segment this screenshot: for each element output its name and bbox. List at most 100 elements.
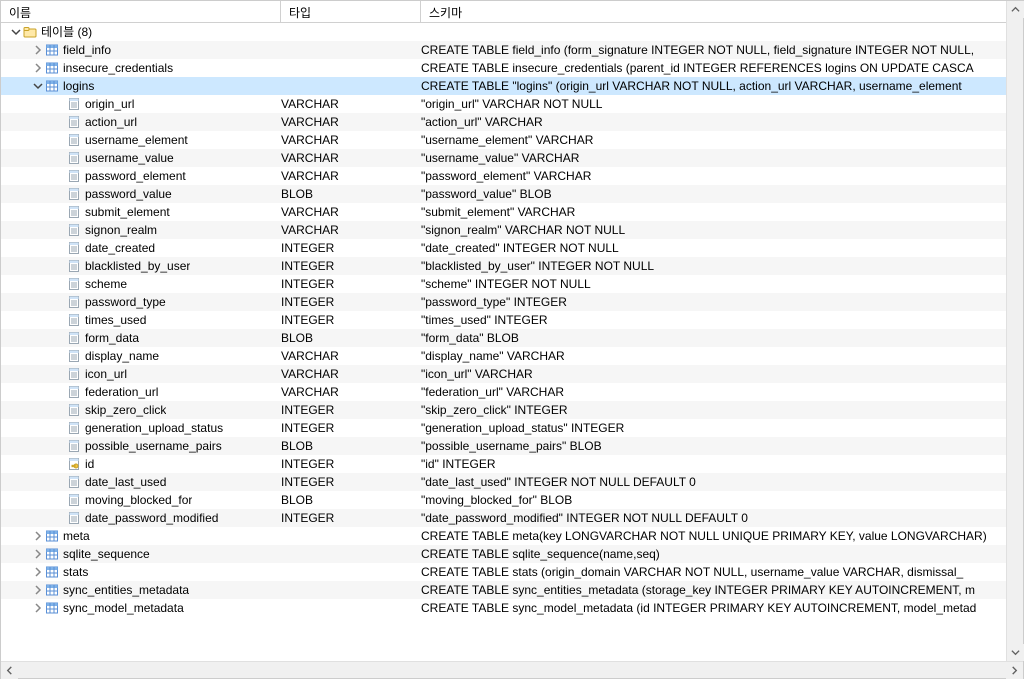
table-row[interactable]: metaCREATE TABLE meta(key LONGVARCHAR NO… [1,527,1006,545]
column-row[interactable]: schemeINTEGER"scheme" INTEGER NOT NULL [1,275,1006,293]
row-type-cell: INTEGER [281,275,421,293]
row-name-label: federation_url [85,383,158,401]
column-row[interactable]: moving_blocked_forBLOB"moving_blocked_fo… [1,491,1006,509]
column-icon [67,97,81,111]
column-icon [67,475,81,489]
column-icon [67,223,81,237]
header-type[interactable]: 타입 [281,1,421,22]
column-row[interactable]: signon_realmVARCHAR"signon_realm" VARCHA… [1,221,1006,239]
table-icon [45,601,59,615]
row-name-label: blacklisted_by_user [85,257,190,275]
column-row[interactable]: date_password_modifiedINTEGER"date_passw… [1,509,1006,527]
chevron-down-icon[interactable] [31,79,45,93]
row-type-cell: VARCHAR [281,113,421,131]
row-type-cell: VARCHAR [281,221,421,239]
header-name[interactable]: 이름 [1,1,281,22]
chevron-right-icon[interactable] [31,601,45,615]
column-row[interactable]: date_createdINTEGER"date_created" INTEGE… [1,239,1006,257]
column-row[interactable]: idINTEGER"id" INTEGER [1,455,1006,473]
column-row[interactable]: form_dataBLOB"form_data" BLOB [1,329,1006,347]
column-icon [67,439,81,453]
row-name-label: id [85,455,94,473]
table-row[interactable]: field_infoCREATE TABLE field_info (form_… [1,41,1006,59]
row-type-cell: BLOB [281,329,421,347]
column-row[interactable]: skip_zero_clickINTEGER"skip_zero_click" … [1,401,1006,419]
row-schema-cell: "federation_url" VARCHAR [421,383,1006,401]
column-row[interactable]: password_typeINTEGER"password_type" INTE… [1,293,1006,311]
column-row[interactable]: times_usedINTEGER"times_used" INTEGER [1,311,1006,329]
table-row[interactable]: loginsCREATE TABLE "logins" (origin_url … [1,77,1006,95]
column-row[interactable]: possible_username_pairsBLOB"possible_use… [1,437,1006,455]
row-type-cell: INTEGER [281,419,421,437]
row-schema-cell: "origin_url" VARCHAR NOT NULL [421,95,1006,113]
column-row[interactable]: icon_urlVARCHAR"icon_url" VARCHAR [1,365,1006,383]
row-name-label: field_info [63,41,111,59]
row-name-label: meta [63,527,90,545]
chevron-down-icon[interactable] [9,25,23,39]
row-type-cell [281,545,421,563]
table-row[interactable]: insecure_credentialsCREATE TABLE insecur… [1,59,1006,77]
column-icon [67,295,81,309]
column-row[interactable]: submit_elementVARCHAR"submit_element" VA… [1,203,1006,221]
column-icon [67,331,81,345]
header-schema[interactable]: 스키마 [421,1,1023,22]
column-row[interactable]: display_nameVARCHAR"display_name" VARCHA… [1,347,1006,365]
chevron-right-icon[interactable] [31,547,45,561]
scroll-up-icon[interactable] [1007,1,1024,18]
row-schema-cell: "password_type" INTEGER [421,293,1006,311]
chevron-right-icon[interactable] [31,583,45,597]
chevron-right-icon[interactable] [31,565,45,579]
column-row[interactable]: generation_upload_statusINTEGER"generati… [1,419,1006,437]
table-row[interactable]: statsCREATE TABLE stats (origin_domain V… [1,563,1006,581]
column-icon [67,259,81,273]
row-name-label: origin_url [85,95,134,113]
table-row[interactable]: sqlite_sequenceCREATE TABLE sqlite_seque… [1,545,1006,563]
chevron-right-icon[interactable] [31,529,45,543]
row-schema-cell: "moving_blocked_for" BLOB [421,491,1006,509]
row-name-label: sync_model_metadata [63,599,184,617]
row-name-label: username_value [85,149,174,167]
column-row[interactable]: username_valueVARCHAR"username_value" VA… [1,149,1006,167]
scroll-left-icon[interactable] [1,662,18,679]
column-icon [67,349,81,363]
row-type-cell [281,599,421,617]
row-name-label: password_type [85,293,166,311]
row-type-cell: VARCHAR [281,365,421,383]
column-row[interactable]: origin_urlVARCHAR"origin_url" VARCHAR NO… [1,95,1006,113]
row-schema-cell: "id" INTEGER [421,455,1006,473]
column-row[interactable]: blacklisted_by_userINTEGER"blacklisted_b… [1,257,1006,275]
tree-root-row[interactable]: 테이블 (8) [1,23,1006,41]
chevron-right-icon[interactable] [31,61,45,75]
row-name-label: display_name [85,347,159,365]
row-schema-cell: "date_password_modified" INTEGER NOT NUL… [421,509,1006,527]
column-row[interactable]: action_urlVARCHAR"action_url" VARCHAR [1,113,1006,131]
table-row[interactable]: sync_entities_metadataCREATE TABLE sync_… [1,581,1006,599]
row-schema-cell: "generation_upload_status" INTEGER [421,419,1006,437]
column-row[interactable]: date_last_usedINTEGER"date_last_used" IN… [1,473,1006,491]
column-row[interactable]: username_elementVARCHAR"username_element… [1,131,1006,149]
scroll-track-h[interactable] [18,662,1006,678]
scroll-down-icon[interactable] [1007,644,1024,661]
column-row[interactable]: federation_urlVARCHAR"federation_url" VA… [1,383,1006,401]
row-name-label: sync_entities_metadata [63,581,189,599]
horizontal-scrollbar[interactable] [1,661,1023,678]
scroll-right-icon[interactable] [1006,662,1023,679]
vertical-scrollbar[interactable] [1006,1,1023,661]
row-name-label: scheme [85,275,127,293]
row-type-cell: INTEGER [281,311,421,329]
column-icon [67,169,81,183]
row-schema-cell: "blacklisted_by_user" INTEGER NOT NULL [421,257,1006,275]
table-row[interactable]: sync_model_metadataCREATE TABLE sync_mod… [1,599,1006,617]
row-name-label: possible_username_pairs [85,437,222,455]
column-icon [67,151,81,165]
column-icon [67,115,81,129]
row-type-cell [281,527,421,545]
row-type-cell [281,59,421,77]
column-row[interactable]: password_valueBLOB"password_value" BLOB [1,185,1006,203]
row-type-cell: BLOB [281,437,421,455]
table-icon [45,547,59,561]
column-row[interactable]: password_elementVARCHAR"password_element… [1,167,1006,185]
chevron-right-icon[interactable] [31,43,45,57]
scroll-track[interactable] [1007,18,1023,644]
row-name-label: action_url [85,113,137,131]
